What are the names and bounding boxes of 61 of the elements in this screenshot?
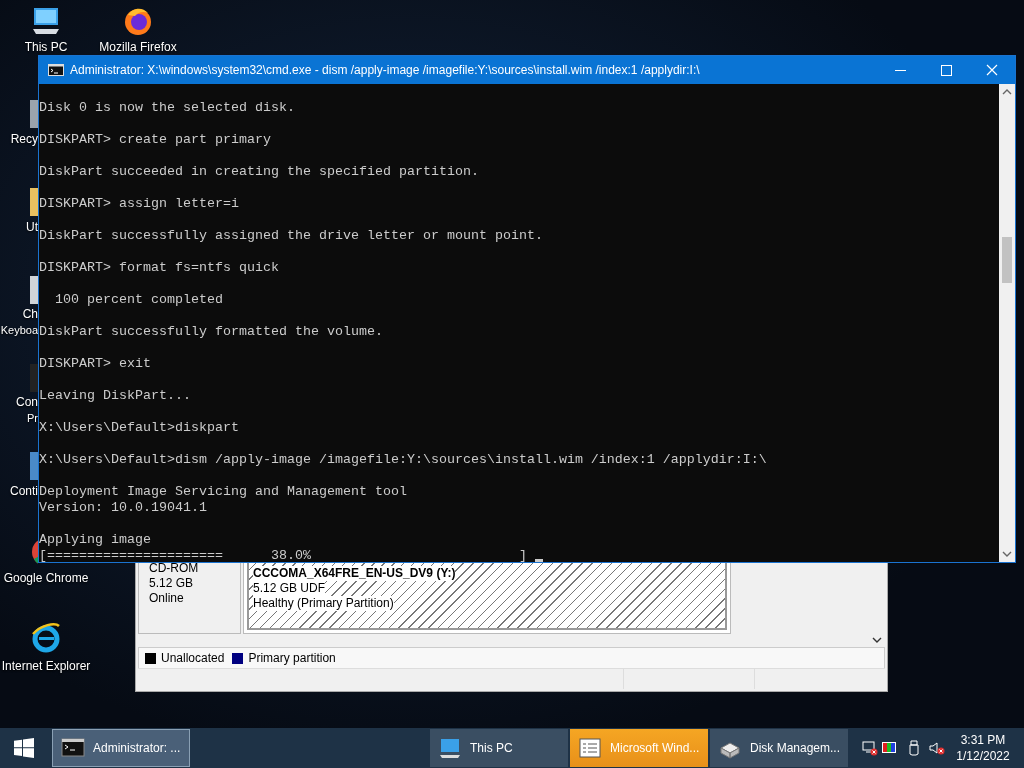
volume-muted-icon[interactable] (929, 740, 945, 756)
console-line: DiskPart successfully formatted the volume. (39, 324, 384, 340)
icon-label[interactable]: This PC (0, 39, 92, 55)
pc-icon[interactable] (30, 5, 62, 37)
console-line: 100 percent completed (54, 292, 224, 308)
icon-label[interactable]: Mozilla Firefox (92, 39, 184, 55)
clock[interactable]: 3:31 PM 1/12/2022 (950, 732, 1016, 764)
pc-icon (438, 736, 462, 760)
text-cursor (534, 559, 543, 562)
console-line: DISKPART> assign letter=i (39, 196, 240, 212)
scrollbar[interactable] (999, 84, 1015, 562)
clock-time: 3:31 PM (960, 732, 1006, 748)
icon-label[interactable]: Conti (10, 483, 38, 499)
disk-info: CD-ROM (149, 561, 199, 576)
console-line: Version: 10.0.19041.1 (39, 500, 208, 516)
icon-label[interactable]: Con (16, 394, 38, 410)
window-title: Administrator: X:\windows\system32\cmd.exe - dism /apply-image /imagefile:Y:\sources\install.wim /index:1 /applydir:I:\ (70, 63, 701, 77)
partition-status: Healthy (Primary Partition) (253, 596, 394, 611)
console-icon (61, 736, 85, 760)
usb-icon[interactable] (906, 740, 922, 756)
network-icon[interactable] (862, 740, 878, 756)
clock-date: 1/12/2022 (956, 748, 1010, 764)
taskbar-button[interactable]: Disk Managem... (710, 729, 848, 767)
console-line: X:\Users\Default>dism /apply-image /imagefile:Y:\sources\install.wim /index:1 /applydir:I:\ (39, 452, 768, 468)
console-line: Disk 0 is now the selected disk. (39, 100, 296, 116)
ie-icon[interactable] (30, 622, 62, 654)
console-icon (48, 64, 64, 76)
console-line: Applying image (39, 532, 152, 548)
windows-icon (14, 738, 34, 758)
close-icon (986, 64, 998, 76)
legend-label: Primary partition (248, 651, 336, 665)
disk-info: 5.12 GB (149, 576, 195, 591)
console-line: X:\Users\Default>diskpart (39, 420, 240, 436)
console-line: DiskPart successfully assigned the drive letter or mount point. (39, 228, 544, 244)
console-line: DISKPART> exit (39, 356, 152, 372)
display-icon[interactable] (881, 740, 897, 756)
document-icon (578, 736, 602, 760)
icon-label[interactable]: Pr (27, 410, 38, 426)
taskbar-button[interactable]: This PC (430, 729, 568, 767)
console-line: DISKPART> create part primary (39, 132, 272, 148)
taskbar-button[interactable]: Administrator: ... (52, 729, 190, 767)
icon-label[interactable]: Internet Explorer (0, 658, 92, 674)
scroll-down-icon[interactable] (1002, 550, 1012, 558)
legend-label: Unallocated (161, 651, 225, 665)
icon-label[interactable]: Ch (22, 306, 38, 322)
console-line: DISKPART> format fs=ntfs quick (39, 260, 280, 276)
scroll-up-icon[interactable] (1002, 88, 1012, 96)
icon-label[interactable]: Ut (26, 219, 38, 235)
icon-label[interactable]: Google Chrome (0, 570, 92, 586)
icon-label[interactable]: Recy (10, 131, 38, 147)
scroll-down-icon[interactable] (872, 636, 882, 644)
partition-name: CCCOMA_X64FRE_EN-US_DV9 (Y:) (253, 566, 456, 581)
partition-size: 5.12 GB UDF (253, 581, 326, 596)
console-line: Deployment Image Servicing and Management tool (39, 484, 408, 500)
console-line: [====================== 38.0% ] (39, 548, 528, 562)
maximize-icon (940, 64, 952, 76)
console-line: DiskPart succeeded in creating the specified partition. (39, 164, 480, 180)
icon-label[interactable]: Keyboa (0, 322, 38, 338)
scroll-thumb[interactable] (1002, 237, 1012, 283)
disk-info: Online (149, 591, 185, 606)
console-line: Leaving DiskPart... (39, 388, 192, 404)
